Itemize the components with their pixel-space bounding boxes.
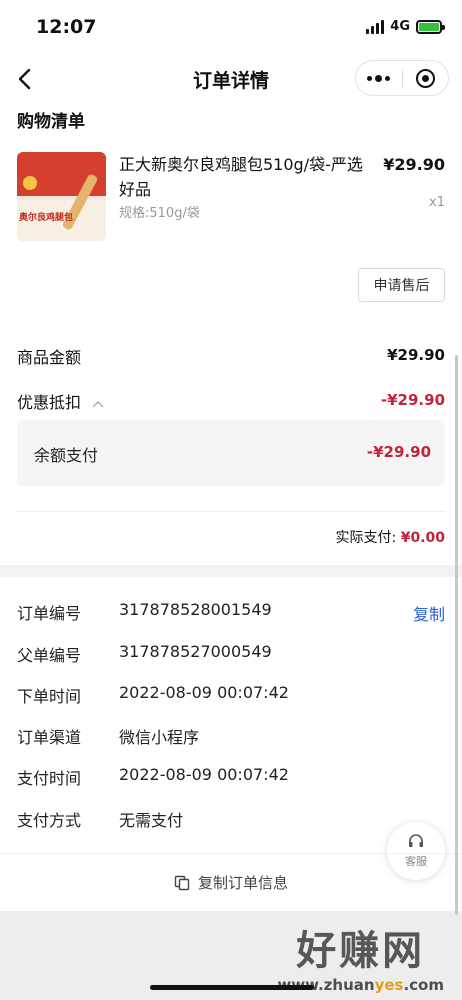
balance-payment-label: 余额支付	[34, 446, 99, 465]
parent-order-value: 317878527000549	[119, 642, 272, 661]
product-price: ¥29.90	[383, 155, 445, 174]
chevron-up-icon[interactable]	[92, 400, 104, 408]
goods-amount-value: ¥29.90	[387, 346, 445, 364]
product-quantity: x1	[429, 195, 445, 210]
product-image[interactable]: 奥尔良鸡腿包	[17, 152, 106, 241]
apply-aftersale-button[interactable]: 申请售后	[358, 268, 445, 302]
status-icons: 4G	[366, 19, 445, 34]
scrollbar[interactable]	[455, 355, 458, 915]
payment-time-value: 2022-08-09 00:07:42	[119, 765, 289, 784]
section-gap	[0, 565, 462, 577]
status-time: 12:07	[36, 16, 97, 38]
signal-icon	[366, 19, 385, 34]
copy-order-info-button[interactable]: 复制订单信息	[0, 853, 462, 911]
order-time-label: 下单时间	[17, 687, 82, 706]
actual-payment-value: ¥0.00	[400, 530, 445, 546]
headset-icon	[409, 834, 423, 847]
miniprogram-capsule	[355, 60, 449, 96]
network-type: 4G	[390, 19, 410, 34]
watermark-title: 好赚网	[296, 928, 426, 974]
more-icon[interactable]	[356, 61, 402, 95]
copy-order-number-link[interactable]: 复制	[413, 601, 445, 625]
payment-time-label: 支付时间	[17, 769, 82, 788]
balance-payment-box: 余额支付 -¥29.90	[17, 420, 445, 486]
watermark: 好赚网 www.zhuanyes.com	[277, 918, 444, 994]
nav-bar: 订单详情	[0, 56, 462, 102]
battery-icon	[416, 19, 445, 34]
payment-method-label: 支付方式	[17, 811, 82, 830]
goods-amount-label: 商品金额	[17, 348, 82, 367]
order-time-value: 2022-08-09 00:07:42	[119, 683, 289, 702]
status-bar: 12:07 4G	[0, 0, 462, 56]
discount-label: 优惠抵扣	[17, 393, 82, 412]
discount-row[interactable]: 优惠抵扣	[17, 389, 104, 413]
product-spec: 规格:510g/袋	[119, 206, 200, 221]
actual-payment: 实际支付: ¥0.00	[336, 527, 445, 547]
order-channel-value: 微信小程序	[119, 728, 200, 747]
close-miniprogram-icon[interactable]	[402, 61, 448, 95]
payment-method-value: 无需支付	[119, 811, 184, 830]
discount-value: -¥29.90	[380, 391, 445, 409]
product-image-text: 奥尔良鸡腿包	[19, 213, 74, 223]
order-channel-label: 订单渠道	[17, 728, 82, 747]
divider	[17, 511, 445, 512]
copy-order-info-label: 复制订单信息	[197, 874, 288, 892]
order-number-value: 317878528001549	[119, 600, 272, 619]
order-number-label: 订单编号	[17, 604, 82, 623]
shopping-list-title: 购物清单	[17, 112, 85, 132]
product-name[interactable]: 正大新奥尔良鸡腿包510g/袋-严选好品	[119, 152, 369, 202]
home-indicator	[150, 985, 314, 990]
actual-payment-label: 实际支付:	[335, 530, 397, 546]
parent-order-label: 父单编号	[17, 646, 82, 665]
copy-icon	[174, 875, 190, 890]
balance-payment-value: -¥29.90	[366, 443, 431, 461]
